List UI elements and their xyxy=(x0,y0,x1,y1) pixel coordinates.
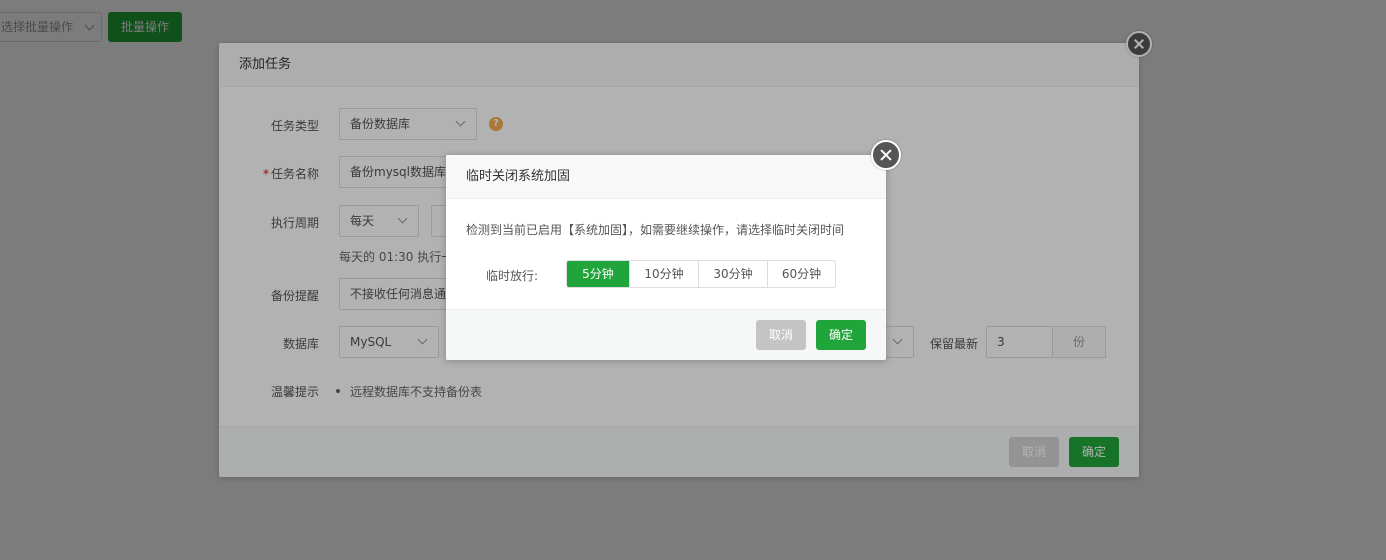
release-label: 临时放行: xyxy=(486,269,539,283)
option-10-minutes[interactable]: 10分钟 xyxy=(629,261,698,287)
option-60-minutes[interactable]: 60分钟 xyxy=(767,261,835,287)
release-duration-group: 5分钟 10分钟 30分钟 60分钟 xyxy=(566,260,836,288)
close-icon[interactable] xyxy=(871,140,901,170)
temp-close-footer: 取消 确定 xyxy=(446,309,886,360)
temp-close-cancel-button[interactable]: 取消 xyxy=(756,320,806,350)
temp-close-dialog: 临时关闭系统加固 检测到当前已启用【系统加固】，如需要继续操作，请选择临时关闭时… xyxy=(446,155,886,360)
temp-close-title: 临时关闭系统加固 xyxy=(446,155,886,199)
temp-close-description: 检测到当前已启用【系统加固】，如需要继续操作，请选择临时关闭时间 xyxy=(466,223,845,237)
temp-close-confirm-button[interactable]: 确定 xyxy=(816,320,866,350)
option-30-minutes[interactable]: 30分钟 xyxy=(698,261,767,287)
option-5-minutes[interactable]: 5分钟 xyxy=(567,261,629,287)
